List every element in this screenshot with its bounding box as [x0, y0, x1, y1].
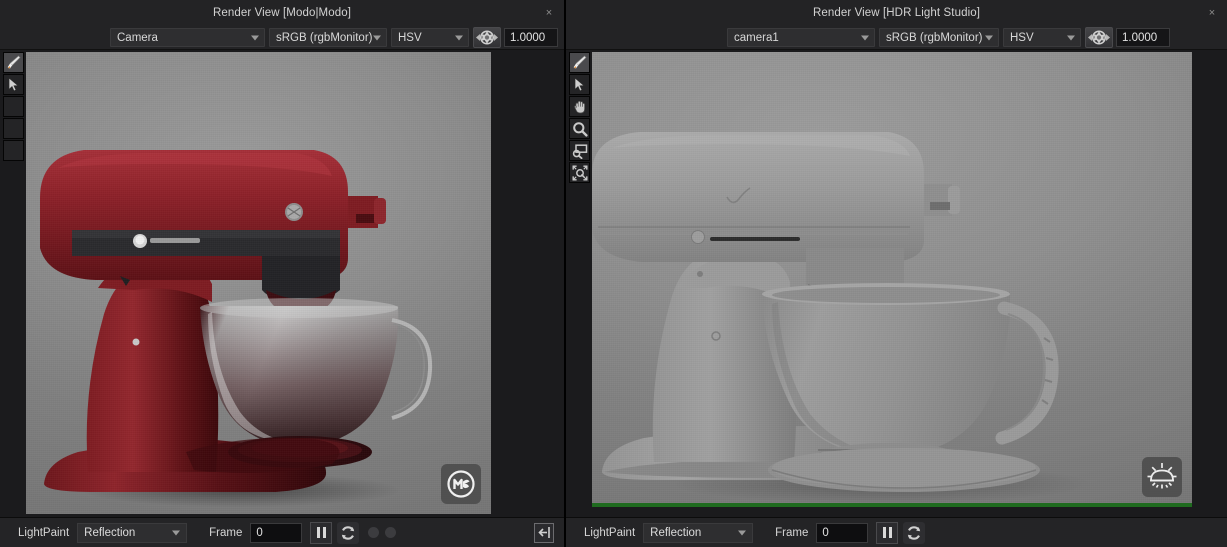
panel-body-modo — [0, 50, 564, 517]
aperture-icon[interactable] — [473, 27, 501, 48]
brush-tool[interactable] — [3, 52, 24, 73]
indicator-dot — [385, 527, 397, 538]
exposure-field[interactable]: 1.0000 — [1116, 28, 1170, 47]
channel-select[interactable]: HSV — [391, 28, 469, 47]
collapse-panel-button[interactable] — [534, 522, 554, 543]
toolbar-modo: Camera sRGB (rgbMonitor) HSV 1.0000 — [0, 26, 564, 50]
lightpaint-label: LightPaint — [18, 526, 70, 539]
chevron-down-icon — [1067, 35, 1075, 40]
render-canvas-wrap-modo — [26, 50, 564, 517]
select-tool[interactable] — [3, 74, 24, 95]
refresh-icon — [342, 525, 355, 540]
close-icon[interactable]: × — [1205, 6, 1219, 20]
tool-slot-4[interactable] — [3, 118, 24, 139]
chevron-down-icon — [172, 530, 181, 535]
statusbar-hdrls: LightPaint Reflection Frame 0 — [566, 517, 1227, 547]
chevron-down-icon — [985, 35, 993, 40]
camera-select-value: camera1 — [734, 31, 779, 44]
stand-mixer-red-render — [40, 150, 433, 507]
mixer-column — [86, 266, 219, 472]
channel-select-value: HSV — [398, 31, 422, 44]
exposure-value: 1.0000 — [510, 31, 546, 44]
render-view-window: Render View [Modo|Modo] × Camera sRGB (r… — [0, 0, 1227, 547]
tool-slot-5[interactable] — [3, 140, 24, 161]
brush-tool[interactable] — [569, 52, 590, 73]
statusbar-modo: LightPaint Reflection Frame 0 — [0, 517, 564, 547]
tool-column-hdrls — [566, 50, 592, 517]
exposure-value: 1.0000 — [1122, 31, 1158, 44]
fit-zoom-tool[interactable] — [569, 162, 590, 183]
region-zoom-tool[interactable] — [569, 140, 590, 161]
channel-select[interactable]: HSV — [1003, 28, 1081, 47]
colorspace-select[interactable]: sRGB (rgbMonitor) — [269, 28, 387, 47]
render-progress-bar — [592, 503, 1192, 507]
region-zoom-icon — [572, 143, 587, 159]
exposure-field[interactable]: 1.0000 — [504, 28, 558, 47]
chevron-down-icon — [251, 35, 259, 40]
render-canvas-wrap-hdrls — [592, 50, 1227, 517]
pan-tool[interactable] — [569, 96, 590, 117]
modo-logo-icon — [441, 464, 481, 504]
titlebar-modo: Render View [Modo|Modo] × — [0, 0, 564, 26]
tool-column-modo — [0, 50, 26, 517]
refresh-icon — [908, 525, 921, 540]
lightpaint-mode-value: Reflection — [650, 526, 702, 539]
frame-input[interactable]: 0 — [250, 522, 303, 543]
channel-select-value: HSV — [1010, 31, 1034, 44]
render-image-modo[interactable] — [26, 52, 491, 514]
hand-icon — [573, 100, 585, 113]
render-image-hdrls[interactable] — [592, 52, 1192, 507]
lightpaint-mode-select[interactable]: Reflection — [643, 522, 754, 543]
hdr-light-studio-sun-icon — [1142, 457, 1182, 497]
stand-mixer-grayscale-render — [592, 132, 1092, 504]
status-indicator-dots — [368, 527, 397, 538]
frame-value: 0 — [256, 526, 263, 539]
refresh-button[interactable] — [903, 521, 926, 544]
camera-select[interactable]: Camera — [110, 28, 265, 47]
chevron-down-icon — [738, 530, 747, 535]
chevron-down-icon — [373, 35, 381, 40]
panel-title: Render View [Modo|Modo] — [212, 7, 352, 19]
lightpaint-mode-select[interactable]: Reflection — [77, 522, 188, 543]
frame-input[interactable]: 0 — [816, 522, 869, 543]
toolbar-hdrls: camera1 sRGB (rgbMonitor) HSV 1.0000 — [566, 26, 1227, 50]
collapse-left-icon — [537, 527, 550, 538]
camera-select[interactable]: camera1 — [727, 28, 875, 47]
close-icon[interactable]: × — [542, 6, 556, 20]
colorspace-select-value: sRGB (rgbMonitor) — [886, 31, 983, 44]
zoom-tool[interactable] — [569, 118, 590, 139]
camera-select-value: Camera — [117, 31, 158, 44]
indicator-dot — [368, 527, 380, 538]
fit-zoom-icon — [572, 165, 587, 180]
frame-label: Frame — [775, 526, 809, 539]
titlebar-hdrls: Render View [HDR Light Studio] × — [566, 0, 1227, 26]
mixer-head — [592, 132, 924, 262]
magnifier-icon — [572, 121, 588, 137]
panel-title: Render View [HDR Light Studio] — [812, 7, 981, 19]
frame-value: 0 — [822, 526, 829, 539]
panel-body-hdrls — [566, 50, 1227, 517]
pause-icon — [882, 527, 892, 538]
panel-modo: Render View [Modo|Modo] × Camera sRGB (r… — [0, 0, 566, 547]
panel-hdr-light-studio: Render View [HDR Light Studio] × camera1… — [566, 0, 1227, 547]
pause-button[interactable] — [310, 521, 333, 544]
colorspace-select-value: sRGB (rgbMonitor) — [276, 31, 373, 44]
chevron-down-icon — [455, 35, 463, 40]
lightpaint-mode-value: Reflection — [84, 526, 136, 539]
frame-label: Frame — [209, 526, 243, 539]
chevron-down-icon — [861, 35, 869, 40]
aperture-icon[interactable] — [1085, 27, 1113, 48]
pause-icon — [316, 527, 326, 538]
refresh-button[interactable] — [337, 521, 360, 544]
pause-button[interactable] — [876, 521, 899, 544]
select-tool[interactable] — [569, 74, 590, 95]
lightpaint-label: LightPaint — [584, 526, 636, 539]
colorspace-select[interactable]: sRGB (rgbMonitor) — [879, 28, 999, 47]
tool-slot-3[interactable] — [3, 96, 24, 117]
